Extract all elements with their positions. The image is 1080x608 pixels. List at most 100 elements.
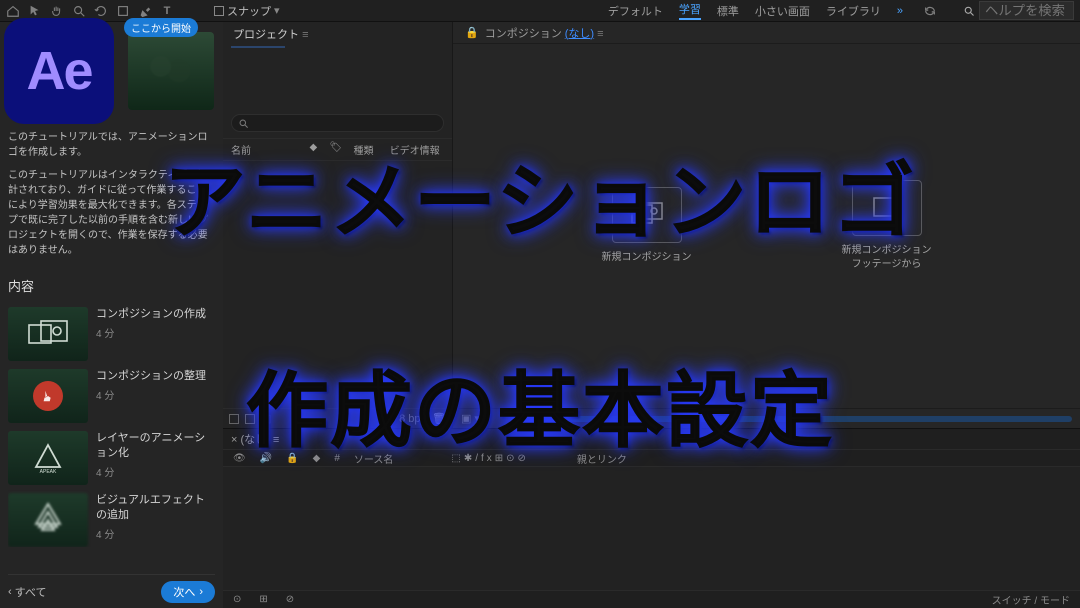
new-comp-icon[interactable] (245, 414, 255, 424)
project-body[interactable] (223, 161, 452, 408)
tutorial-contents-heading: 内容 (8, 276, 215, 295)
step-thumb-icon (8, 493, 88, 547)
workspace-small[interactable]: 小さい画面 (755, 3, 810, 19)
workspace-library[interactable]: ライブラリ (826, 3, 881, 19)
switches-modes-toggle[interactable]: スイッチ / モード (992, 592, 1070, 607)
composition-tab[interactable]: コンポジション (なし) ≡ (485, 25, 604, 41)
snap-label: スナップ (227, 3, 271, 19)
shape-tool-icon[interactable] (116, 4, 130, 18)
workspace-standard[interactable]: 標準 (717, 3, 739, 19)
workspace-switcher: デフォルト 学習 標準 小さい画面 ライブラリ » (608, 1, 1074, 20)
col-type[interactable]: 種類 (353, 142, 389, 157)
step-thumb-icon: APEAK (8, 431, 88, 485)
zoom-tool-icon[interactable] (72, 4, 86, 18)
start-here-badge: ここから開始 (124, 18, 198, 37)
pen-tool-icon[interactable] (138, 4, 152, 18)
timeline-body[interactable] (223, 467, 1080, 590)
new-composition-from-footage-label: 新規コンポジションフッテージから (842, 244, 932, 272)
timeline-columns: 👁 🔊 🔒 ◆ # ソース名 ⬚✱/fx⊞⊙⊘ 親とリンク (223, 449, 1080, 467)
timeline-tabs: × (なし) ≡ (223, 429, 1080, 449)
lock-icon[interactable]: 🔒 (465, 26, 479, 39)
help-search-input[interactable] (979, 1, 1074, 20)
step-title: ビジュアルエフェクトの追加 (96, 493, 215, 523)
app-logo-text: Ae (26, 40, 91, 102)
tutorial-step-2[interactable]: コンポジションの整理 4 分 (8, 369, 215, 423)
workspace-more-icon[interactable]: » (897, 5, 903, 17)
col-audio-icon[interactable]: 🔊 (260, 453, 272, 464)
timeline-tab[interactable]: × (なし) ≡ (231, 431, 279, 447)
tutorial-intro-1: このチュートリアルでは、アニメーションロゴを作成します。 (8, 130, 215, 160)
project-preview-area (223, 48, 452, 108)
col-switches-group[interactable]: ⬚✱/fx⊞⊙⊘ (451, 453, 529, 464)
tutorial-step-1[interactable]: コンポジションの作成 4 分 (8, 307, 215, 361)
folder-icon[interactable]: ▥ (261, 412, 271, 425)
composition-header: 🔒 コンポジション (なし) ≡ (453, 22, 1080, 44)
bin-icon[interactable] (229, 414, 239, 424)
workspace-learn[interactable]: 学習 (679, 1, 701, 20)
snap-toggle[interactable]: スナップ ▾ (214, 3, 280, 19)
col-name[interactable]: 名前 (231, 142, 309, 157)
upper-panels: プロジェクト ≡ 名前 ◆ 🏷 種類 ビデオ情報 ▥ (223, 22, 1080, 428)
col-tag-icon[interactable]: 🏷 (329, 142, 353, 157)
selection-tool-icon[interactable] (28, 4, 42, 18)
tutorial-step-4[interactable]: ビジュアルエフェクトの追加 4 分 (8, 493, 215, 547)
all-tutorials-link[interactable]: ‹すべて (8, 584, 46, 600)
step-title: コンポジションの整理 (96, 369, 206, 384)
search-icon (238, 118, 249, 129)
tutorial-hero-thumb (128, 32, 214, 110)
project-panel: プロジェクト ≡ 名前 ◆ 🏷 種類 ビデオ情報 ▥ (223, 22, 453, 428)
next-button[interactable]: 次へ› (161, 581, 215, 603)
new-composition-button[interactable]: 新規コンポジション (572, 187, 722, 265)
svg-text:APEAK: APEAK (40, 469, 57, 475)
col-lock-icon[interactable]: 🔒 (286, 453, 298, 464)
bpc-icon[interactable]: 8 bpc (399, 413, 426, 425)
sync-icon[interactable] (923, 4, 937, 18)
step-duration: 4 分 (96, 464, 215, 479)
time-scrubber[interactable] (520, 416, 1072, 422)
step-duration: 4 分 (96, 387, 206, 402)
trash-icon[interactable]: 🗑 (432, 412, 446, 425)
step-thumb-icon (8, 369, 88, 423)
col-parent[interactable]: 親とリンク (577, 451, 627, 466)
search-icon (963, 5, 975, 17)
step-duration: 4 分 (96, 526, 215, 541)
project-columns: 名前 ◆ 🏷 種類 ビデオ情報 (223, 138, 452, 161)
project-search[interactable] (231, 114, 444, 132)
col-eye-icon[interactable]: 👁 (233, 453, 246, 464)
project-footer: ▥ 8 bpc 🗑 (223, 408, 452, 428)
project-tab[interactable]: プロジェクト ≡ (223, 22, 452, 48)
tutorial-steps: コンポジションの作成 4 分 コンポジションの整理 4 分 APEAK レ (8, 307, 215, 547)
tutorial-footer: ‹すべて 次へ› (8, 574, 215, 604)
app-logo: Ae (4, 18, 114, 124)
shy-icon[interactable]: ⊙ (233, 594, 241, 605)
step-title: レイヤーのアニメーション化 (96, 431, 215, 461)
col-label-icon[interactable]: ◆ (309, 142, 329, 157)
tool-row: T (6, 4, 174, 18)
col-label-icon[interactable]: ◆ (313, 453, 321, 464)
composition-panel: 🔒 コンポジション (なし) ≡ 新規コンポジション 新規コンポジションフ (453, 22, 1080, 428)
rotate-tool-icon[interactable] (94, 4, 108, 18)
help-search (963, 1, 1074, 20)
timeline-panel: × (なし) ≡ 👁 🔊 🔒 ◆ # ソース名 ⬚✱/fx⊞⊙⊘ 親とリンク ⊙… (223, 428, 1080, 608)
new-composition-label: 新規コンポジション (602, 251, 692, 265)
step-title: コンポジションの作成 (96, 307, 206, 322)
col-number[interactable]: # (334, 453, 340, 464)
step-duration: 4 分 (96, 325, 206, 340)
composition-body: 新規コンポジション 新規コンポジションフッテージから (453, 44, 1080, 408)
home-icon[interactable] (6, 4, 20, 18)
motion-blur-icon[interactable]: ⊘ (286, 594, 294, 605)
view-menu-icon[interactable]: ▣ ▾ (461, 412, 480, 425)
tutorial-intro-2: このチュートリアルはインタラクティブに設計されており、ガイドに従って作業すること… (8, 168, 215, 258)
col-video[interactable]: ビデオ情報 (390, 142, 444, 157)
new-composition-from-footage-button[interactable]: 新規コンポジションフッテージから (812, 180, 962, 272)
composition-view-toolbar: ▣ ▾ (453, 408, 1080, 428)
frame-blend-icon[interactable]: ⊞ (259, 594, 267, 605)
hand-tool-icon[interactable] (50, 4, 64, 18)
workspace-default[interactable]: デフォルト (608, 3, 663, 19)
tutorial-step-3[interactable]: APEAK レイヤーのアニメーション化 4 分 (8, 431, 215, 485)
step-thumb-icon (8, 307, 88, 361)
col-source[interactable]: ソース名 (354, 451, 394, 466)
timeline-footer: ⊙ ⊞ ⊘ スイッチ / モード (223, 590, 1080, 608)
tutorial-panel: Ae このチュートリアルでは、アニメーションロゴを作成します。 このチュートリア… (0, 22, 223, 608)
text-tool-icon[interactable]: T (160, 4, 174, 18)
